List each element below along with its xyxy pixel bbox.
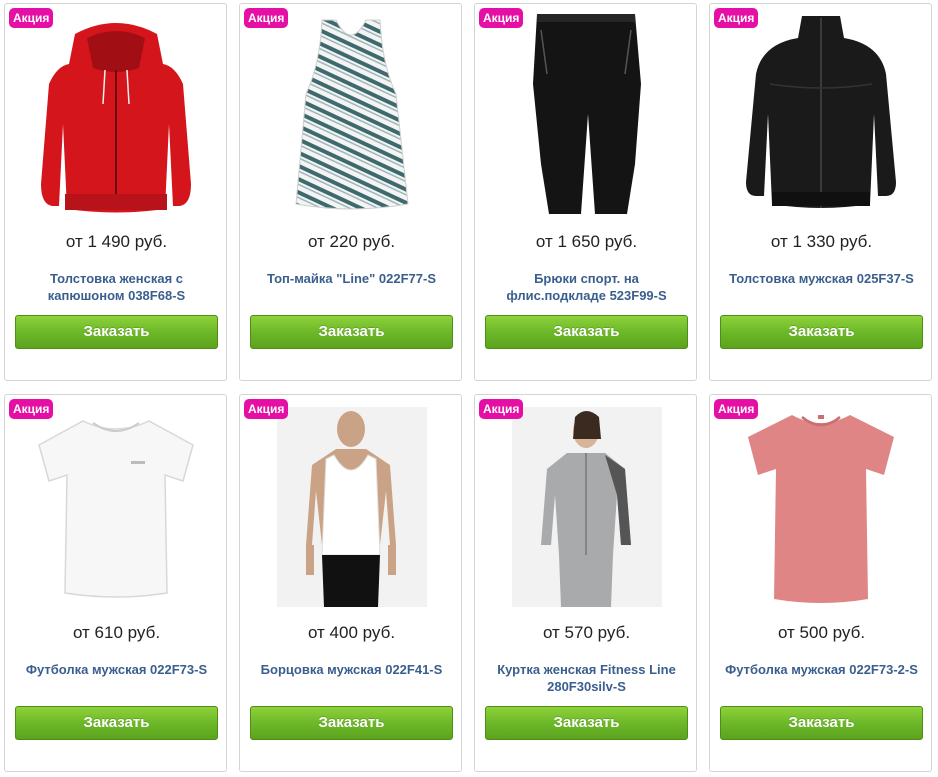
order-button[interactable]: Заказать bbox=[250, 315, 453, 349]
product-card: Акция от 1 330 руб. Толстовка мужская 02… bbox=[709, 3, 932, 381]
order-button[interactable]: Заказать bbox=[15, 706, 218, 740]
striped-tank-top-icon[interactable] bbox=[240, 4, 463, 222]
product-price: от 220 руб. bbox=[307, 232, 396, 251]
promo-badge: Акция bbox=[479, 399, 524, 419]
promo-badge: Акция bbox=[244, 8, 289, 28]
product-price: от 1 330 руб. bbox=[770, 232, 873, 251]
product-price: от 1 650 руб. bbox=[535, 232, 638, 251]
product-price: от 570 руб. bbox=[542, 623, 631, 642]
product-card: Акция от 400 руб. Борцовка мужская 022F4… bbox=[239, 394, 462, 772]
product-name-link[interactable]: Куртка женская Fitness Line 280F30silv-S bbox=[485, 661, 688, 695]
black-pants-icon[interactable] bbox=[475, 4, 698, 222]
pink-tshirt-icon[interactable] bbox=[710, 395, 933, 613]
promo-badge: Акция bbox=[9, 8, 54, 28]
black-jacket-icon[interactable] bbox=[710, 4, 933, 222]
promo-badge: Акция bbox=[479, 8, 524, 28]
man-in-tank-top-icon[interactable] bbox=[240, 395, 463, 613]
order-button[interactable]: Заказать bbox=[15, 315, 218, 349]
product-card: Акция от 1 490 руб. Толстовка женская с … bbox=[4, 3, 227, 381]
order-button[interactable]: Заказать bbox=[720, 706, 923, 740]
promo-badge: Акция bbox=[714, 8, 759, 28]
order-button[interactable]: Заказать bbox=[485, 315, 688, 349]
promo-badge: Акция bbox=[244, 399, 289, 419]
product-card: Акция от 500 руб. Футболка мужская 022F7… bbox=[709, 394, 932, 772]
product-name-link[interactable]: Толстовка женская с капюшоном 038F68-S bbox=[15, 270, 218, 304]
woman-in-grey-jacket-icon[interactable] bbox=[475, 395, 698, 613]
product-card: Акция от 1 650 руб. Брюки спорт. на флис… bbox=[474, 3, 697, 381]
order-button[interactable]: Заказать bbox=[485, 706, 688, 740]
white-tshirt-icon[interactable] bbox=[5, 395, 228, 613]
product-card: Акция от 570 руб. Куртка женская Fitness… bbox=[474, 394, 697, 772]
product-name-link[interactable]: Толстовка мужская 025F37-S bbox=[720, 270, 923, 287]
product-price: от 500 руб. bbox=[777, 623, 866, 642]
product-card: Акция от 220 руб. Топ-майка "Line" 022F7… bbox=[239, 3, 462, 381]
product-price: от 610 руб. bbox=[72, 623, 161, 642]
product-name-link[interactable]: Футболка мужская 022F73-2-S bbox=[720, 661, 923, 678]
promo-badge: Акция bbox=[9, 399, 54, 419]
red-hoodie-icon[interactable] bbox=[5, 4, 228, 222]
product-price: от 1 490 руб. bbox=[65, 232, 168, 251]
product-price: от 400 руб. bbox=[307, 623, 396, 642]
product-name-link[interactable]: Футболка мужская 022F73-S bbox=[15, 661, 218, 678]
promo-badge: Акция bbox=[714, 399, 759, 419]
product-name-link[interactable]: Борцовка мужская 022F41-S bbox=[250, 661, 453, 678]
order-button[interactable]: Заказать bbox=[720, 315, 923, 349]
product-name-link[interactable]: Брюки спорт. на флис.подкладе 523F99-S bbox=[485, 270, 688, 304]
product-name-link[interactable]: Топ-майка "Line" 022F77-S bbox=[250, 270, 453, 287]
order-button[interactable]: Заказать bbox=[250, 706, 453, 740]
product-card: Акция от 610 руб. Футболка мужская 022F7… bbox=[4, 394, 227, 772]
